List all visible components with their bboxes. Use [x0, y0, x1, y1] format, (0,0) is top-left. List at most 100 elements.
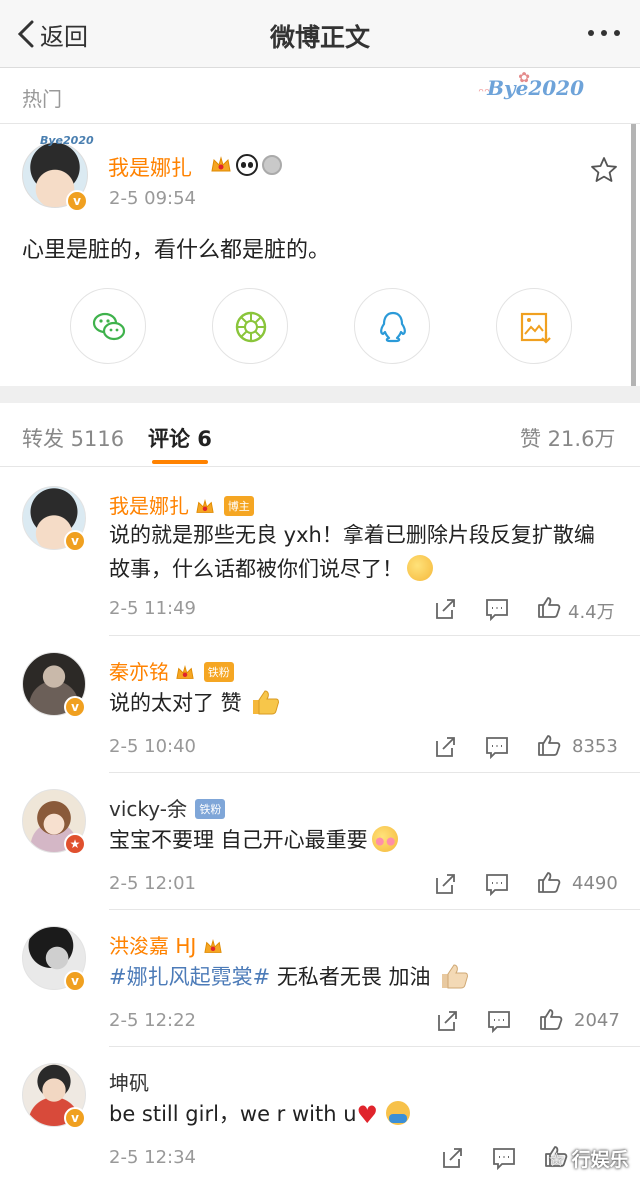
- commenter-name-text: 我是娜扎: [109, 494, 189, 518]
- star-badge: ★: [64, 833, 86, 855]
- like-button[interactable]: [537, 870, 561, 898]
- author-badges: [210, 154, 282, 176]
- save-image-button[interactable]: [496, 288, 572, 364]
- share-comment-button[interactable]: [440, 1146, 464, 1174]
- crown-icon: [204, 939, 222, 953]
- blush-emoji-icon: [371, 826, 398, 852]
- comment-item: v 坤矾 be still girl，we r with u♥ 2-5 12:3…: [0, 1047, 640, 1179]
- share-wechat-button[interactable]: [70, 288, 146, 364]
- save-image-icon: [520, 312, 551, 344]
- crown-icon: [211, 156, 231, 172]
- tab-comments[interactable]: 评论 6: [148, 423, 212, 453]
- comment-text-content: 说的太对了 赞: [109, 691, 242, 715]
- like-count: 4.4万: [568, 602, 615, 623]
- bye2020-badge: Bye2020: [487, 76, 584, 100]
- post-body: 心里是脏的，看什么都是脏的。: [22, 238, 331, 263]
- share-comment-button[interactable]: [435, 1009, 459, 1037]
- crown-icon: [176, 665, 194, 679]
- reply-button[interactable]: [485, 872, 509, 900]
- comment-text-content: be still girl，we r with u: [109, 1102, 357, 1126]
- commenter-name[interactable]: 我是娜扎 博主: [109, 490, 254, 519]
- comment-icon: [493, 1148, 515, 1171]
- comment-item: v 秦亦铭 铁粉 说的太对了 赞 2-5 10:40 8353: [0, 636, 640, 773]
- like-button[interactable]: [539, 1007, 563, 1035]
- medal-icon: [262, 155, 282, 175]
- comment-item: v 洪浚嘉 HJ #娜扎风起霓裳# 无私者无畏 加油 2-5 12:22 204…: [0, 910, 640, 1047]
- commenter-name[interactable]: 秦亦铭 铁粉: [109, 656, 234, 685]
- more-dot-icon: [614, 30, 620, 36]
- commenter-name-text: 秦亦铭: [109, 660, 169, 684]
- favorite-star-icon[interactable]: [590, 156, 618, 184]
- more-dot-icon: [588, 30, 594, 36]
- like-button[interactable]: [537, 733, 561, 761]
- share-row: [0, 288, 640, 364]
- hug-emoji-icon: [386, 1101, 411, 1125]
- hashtag-link[interactable]: #娜扎风起霓裳#: [109, 965, 270, 989]
- comment-text-content: 说的就是那些无良 yxh！拿着已删除片段反复扩散编故事，什么话都被你们说尽了！: [109, 523, 595, 581]
- qq-icon: [380, 311, 406, 343]
- more-button[interactable]: [588, 30, 620, 36]
- commenter-name[interactable]: 坤矾: [109, 1067, 149, 1096]
- share-icon: [436, 737, 455, 757]
- comment-text-content: 无私者无畏 加油: [270, 965, 431, 989]
- comment-time: 2-5 12:01: [109, 873, 196, 894]
- share-comment-button[interactable]: [433, 872, 457, 900]
- share-comment-button[interactable]: [433, 597, 457, 625]
- share-icon: [436, 599, 455, 619]
- share-qq-button[interactable]: [354, 288, 430, 364]
- thinking-emoji-icon: [407, 555, 433, 581]
- reply-button[interactable]: [487, 1009, 511, 1037]
- comment-text: 宝宝不要理 自己开心最重要: [109, 823, 609, 857]
- page-title: 微博正文: [269, 23, 370, 52]
- like-button[interactable]: [537, 595, 561, 623]
- comment-text: 说的就是那些无良 yxh！拿着已删除片段反复扩散编故事，什么话都被你们说尽了！: [109, 518, 609, 586]
- comment-item: ★ vicky-余 铁粉 宝宝不要理 自己开心最重要 2-5 12:01 449…: [0, 773, 640, 910]
- reply-button[interactable]: [492, 1146, 516, 1174]
- comment-icon: [486, 599, 508, 622]
- share-icon: [438, 1011, 457, 1031]
- nav-bar: 返回 微博正文: [0, 0, 640, 68]
- post-tabs: 转发 5116 评论 6 赞 21.6万: [0, 403, 640, 467]
- tab-repost[interactable]: 转发 5116: [22, 423, 124, 453]
- wechat-icon: [92, 312, 126, 341]
- avatar-tag: Bye2020: [40, 134, 94, 147]
- commenter-name[interactable]: 洪浚嘉 HJ: [109, 930, 223, 959]
- comment-text-content: 宝宝不要理 自己开心最重要: [109, 828, 368, 852]
- comment-time: 2-5 11:49: [109, 598, 196, 619]
- post-time: 2-5 09:54: [109, 188, 196, 209]
- like-count: 2047: [574, 1010, 620, 1031]
- share-moments-button[interactable]: [212, 288, 288, 364]
- thumbs-up-emoji-icon: [253, 690, 280, 715]
- comment-time: 2-5 12:34: [109, 1147, 196, 1168]
- reply-button[interactable]: [485, 597, 509, 625]
- reply-button[interactable]: [485, 735, 509, 763]
- comment-icon: [486, 874, 508, 897]
- verified-badge: v: [64, 970, 86, 992]
- comment-icon: [488, 1011, 510, 1034]
- more-dot-icon: [601, 30, 607, 36]
- comment-text: be still girl，we r with u♥: [109, 1097, 609, 1132]
- comment-time: 2-5 12:22: [109, 1010, 196, 1031]
- heart-emoji-icon: ♥: [356, 1101, 379, 1129]
- verified-badge: v: [66, 190, 88, 212]
- panda-icon: [236, 154, 258, 176]
- thumbs-up-icon: [540, 1009, 563, 1030]
- like-count: 8353: [572, 736, 618, 757]
- share-comment-button[interactable]: [433, 735, 457, 763]
- active-tab-indicator: [152, 460, 208, 464]
- comment-text: #娜扎风起霓裳# 无私者无畏 加油: [109, 960, 609, 994]
- verified-badge: v: [64, 696, 86, 718]
- thumbs-up-icon: [538, 872, 561, 893]
- fan-tag: 铁粉: [203, 662, 234, 682]
- comment-item: v 我是娜扎 博主 说的就是那些无良 yxh！拿着已删除片段反复扩散编故事，什么…: [0, 470, 640, 636]
- commenter-name[interactable]: vicky-余 铁粉: [109, 793, 226, 822]
- fan-tag: 铁粉: [195, 799, 226, 819]
- moments-icon: [235, 311, 267, 343]
- hot-label: 热门: [22, 87, 62, 111]
- author-name[interactable]: 我是娜扎: [108, 152, 192, 182]
- tab-likes[interactable]: 赞 21.6万: [520, 423, 615, 453]
- author-tag: 博主: [223, 496, 254, 516]
- thumbs-up-icon: [538, 735, 561, 756]
- thumbs-up-icon: [538, 597, 561, 618]
- share-icon: [443, 1148, 462, 1168]
